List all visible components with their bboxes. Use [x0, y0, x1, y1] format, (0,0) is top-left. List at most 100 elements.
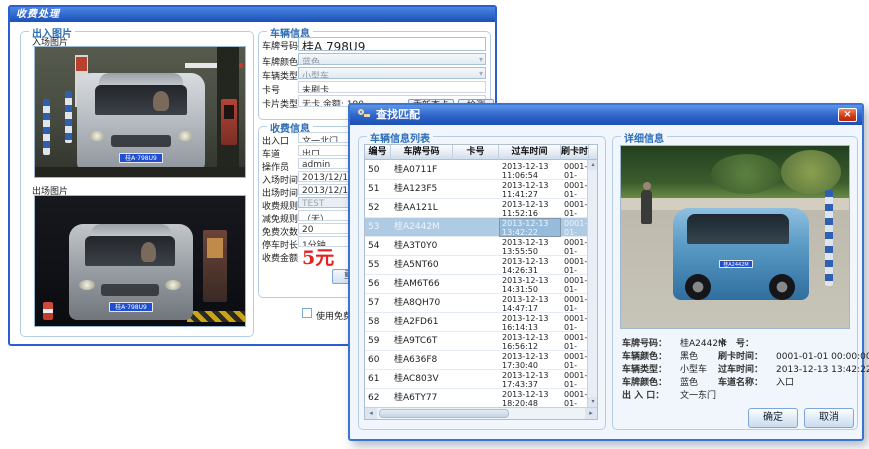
field-label: 收费金额 [262, 251, 298, 264]
horizontal-scrollbar[interactable]: ◂ ▸ [365, 407, 597, 419]
cell: 2013-12-1313:55:50 [499, 237, 561, 256]
main-window-titlebar[interactable]: 收费处理 [10, 7, 495, 22]
cell [453, 161, 499, 180]
table-row[interactable]: 52桂AA121L2013-12-1311:52:160001-01-00:00… [365, 199, 589, 218]
detail-photo-plate: 桂A2442M [719, 260, 753, 268]
cell: 2013-12-1314:26:31 [499, 256, 561, 275]
cell: 0001-01-00:00:00 [561, 332, 589, 351]
ok-button[interactable]: 确定 [748, 408, 798, 428]
detail-field: 车道名称：入口 [718, 375, 794, 388]
table-row[interactable]: 53桂A2442M2013-12-1313:42:220001-01-00:00… [365, 218, 589, 237]
screen: 收费处理 出入图片 入场图片 [0, 0, 869, 449]
traffic-cone [43, 302, 53, 320]
field-input[interactable]: 蓝色▾ [298, 53, 486, 65]
detail-field: 过车时间：2013-12-13 13:42:22 [718, 362, 869, 375]
exit-plate: 桂A·798U9 [109, 302, 153, 312]
lane-pole [825, 190, 833, 286]
scrollbar-thumb[interactable] [379, 409, 509, 418]
detail-field-value: 文一东门 [680, 391, 716, 401]
close-icon[interactable]: × [838, 108, 857, 122]
cell: 2013-12-1313:42:22 [499, 218, 561, 237]
sign-post-top [76, 57, 87, 71]
field-input[interactable]: 桂A 798U9 [298, 37, 486, 51]
cell: 57 [365, 294, 391, 313]
table-header: 编号车牌号码卡号过车时间刷卡时▴ [365, 145, 597, 160]
cell: 0001-01-00:00:00 [561, 275, 589, 294]
table-row[interactable]: 62桂A6TY772013-12-1318:20:480001-01-00:00… [365, 389, 589, 408]
field-input[interactable]: 未刷卡 [298, 81, 486, 93]
vertical-scrollbar[interactable]: ▴ ▾ [587, 160, 597, 407]
column-header-1[interactable]: 车牌号码 [391, 145, 453, 160]
cell: 52 [365, 199, 391, 218]
cell: 桂A6TY77 [391, 389, 453, 408]
field-input[interactable]: 小型车▾ [298, 67, 486, 79]
cell: 0001-01-00:00:00 [561, 389, 589, 408]
cell [453, 351, 499, 370]
column-header-2[interactable]: 卡号 [453, 145, 499, 160]
cell: 桂AC803V [391, 370, 453, 389]
fee-amount-value: 5元 [302, 243, 334, 270]
cell: 0001-01-00:00:00 [561, 237, 589, 256]
column-header-4[interactable]: 刷卡时▴ [561, 145, 589, 160]
detail-field: 车牌号码：桂A2442M [622, 336, 726, 349]
table-row[interactable]: 58桂A2FD612013-12-1316:14:130001-01-00:00… [365, 313, 589, 332]
cell: 0001-01-00:00:00 [561, 161, 589, 180]
detail-field-label: 车牌颜色： [622, 375, 680, 388]
detail-group-label: 详细信息 [621, 130, 667, 145]
entry-photo: 桂A·798U9 [34, 46, 246, 178]
scroll-right-icon[interactable]: ▸ [585, 408, 597, 419]
table-row[interactable]: 61桂AC803V 2013-12-1317:43:370001-01-00:00… [365, 370, 589, 389]
scroll-down-icon[interactable]: ▾ [588, 397, 598, 407]
cell: 60 [365, 351, 391, 370]
vehicle-fields: 车牌号码桂A 798U9车牌颜色蓝色▾车辆类型小型车▾卡号未刷卡卡片类型无卡 余… [262, 37, 488, 109]
cancel-button[interactable]: 取消 [804, 408, 854, 428]
cell [453, 332, 499, 351]
cell: 2013-12-1317:43:37 [499, 370, 561, 389]
detail-field-value: 0001-01-01 00:00:00 [776, 352, 869, 362]
cell: 桂A3T0Y0 [391, 237, 453, 256]
table-row[interactable]: 50桂A0711F2013-12-1311:06:540001-01-00:00… [365, 161, 589, 180]
table-row[interactable]: 56桂AM6T662013-12-1314:31:500001-01-00:00… [365, 275, 589, 294]
cell: 59 [365, 332, 391, 351]
detail-field-value: 小型车 [680, 365, 707, 375]
table-row[interactable]: 59桂A9TC6T2013-12-1316:56:120001-01-00:00… [365, 332, 589, 351]
cell: 0001-01-00:00:00 [561, 370, 589, 389]
cell: 0001-01-00:00:00 [561, 313, 589, 332]
vehicle-list-group-label: 车辆信息列表 [367, 130, 433, 145]
detail-field: 车辆类型：小型车 [622, 362, 707, 375]
cell [453, 237, 499, 256]
cell: 桂A123F5 [391, 180, 453, 199]
table-row[interactable]: 54桂A3T0Y02013-12-1313:55:500001-01-00:00… [365, 237, 589, 256]
cell: 桂A8QH70 [391, 294, 453, 313]
table-row[interactable]: 60桂A636F82013-12-1317:30:400001-01-00:00… [365, 351, 589, 370]
cell: 桂A9TC6T [391, 332, 453, 351]
cell: 0001-01-00:00:00 [561, 199, 589, 218]
detail-photo: 桂A2442M [620, 145, 850, 329]
table-row[interactable]: 57桂A8QH702013-12-1314:47:170001-01-00:00… [365, 294, 589, 313]
cell [453, 180, 499, 199]
field-row-1: 车牌颜色蓝色▾ [262, 53, 488, 66]
cell: 0001-01-00:00:00 [561, 351, 589, 370]
scroll-left-icon[interactable]: ◂ [365, 408, 377, 419]
cell: 桂AA121L [391, 199, 453, 218]
cell: 61 [365, 370, 391, 389]
use-free-count-checkbox[interactable] [302, 308, 312, 318]
toll-machine [203, 230, 227, 302]
cell: 桂AM6T66 [391, 275, 453, 294]
cell: 2013-12-1311:41:27 [499, 180, 561, 199]
chevron-down-icon: ▾ [479, 55, 483, 64]
dialog-titlebar[interactable]: 查找匹配 × [350, 105, 862, 125]
column-header-0[interactable]: 编号 [365, 145, 391, 160]
table-row[interactable]: 51桂A123F52013-12-1311:41:270001-01-00:00… [365, 180, 589, 199]
field-label: 车牌号码 [262, 39, 298, 52]
car-graphic: 桂A·798U9 [69, 224, 193, 320]
cell [453, 313, 499, 332]
pedestrian [641, 190, 652, 224]
cell: 2013-12-1316:14:13 [499, 313, 561, 332]
scroll-up-icon[interactable]: ▴ [588, 160, 598, 170]
detail-field-label: 出 入 口： [622, 388, 680, 401]
column-header-3[interactable]: 过车时间 [499, 145, 561, 160]
table-row[interactable]: 55桂A5NT602013-12-1314:26:310001-01-00:00… [365, 256, 589, 275]
detail-field: 车辆颜色：黑色 [622, 349, 698, 362]
cell: 58 [365, 313, 391, 332]
